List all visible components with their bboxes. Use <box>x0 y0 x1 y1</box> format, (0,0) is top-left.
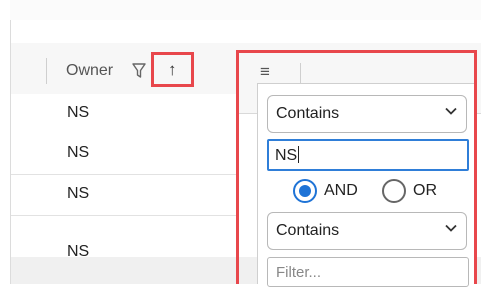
table-row[interactable]: NS <box>11 175 239 216</box>
sort-highlight-box <box>151 52 194 87</box>
owner-cell: NS <box>67 104 90 121</box>
owner-cell: NS <box>67 243 90 258</box>
owner-cell: NS <box>67 144 90 161</box>
owner-cell: NS <box>67 185 90 202</box>
table-row[interactable]: NS <box>11 134 239 175</box>
table-row[interactable]: NS <box>11 216 239 258</box>
table-row[interactable]: NS <box>11 94 239 135</box>
column-separator <box>46 58 47 84</box>
filter-panel-highlight-box <box>236 50 477 284</box>
column-header-owner[interactable]: Owner <box>66 62 113 80</box>
top-toolbar <box>10 0 481 21</box>
filter-icon[interactable] <box>132 63 146 79</box>
